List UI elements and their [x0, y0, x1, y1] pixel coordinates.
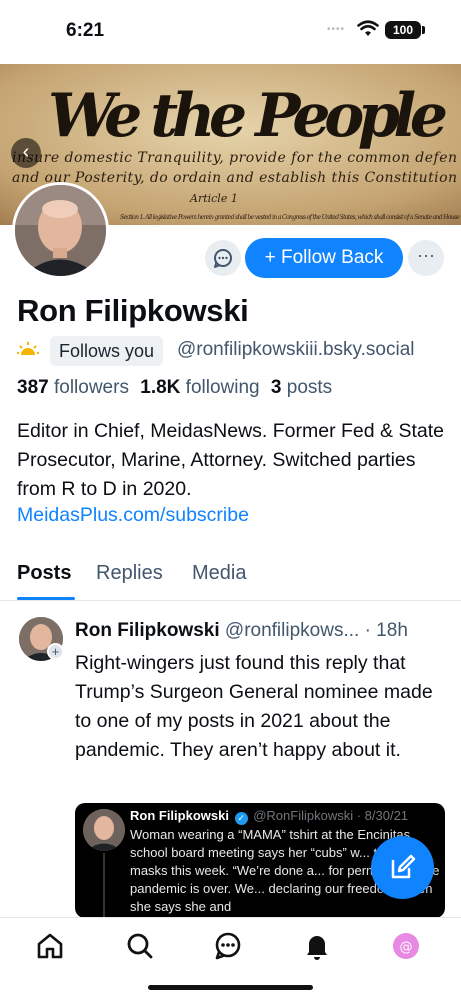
chat-bubble-icon — [214, 249, 232, 268]
home-icon[interactable] — [34, 930, 66, 962]
embed-avatar — [83, 809, 125, 851]
svg-text:@: @ — [400, 940, 413, 955]
followers-count: 387 — [17, 377, 49, 398]
banner-line2: and our Posterity, do ordain and establi… — [12, 170, 457, 186]
home-indicator — [148, 985, 313, 990]
profile-avatar[interactable] — [12, 182, 109, 279]
profile-handle: @ronfilipkowskiii.bsky.social — [177, 339, 415, 360]
tab-media[interactable]: Media — [192, 562, 246, 585]
status-time: 6:21 — [66, 20, 105, 41]
compose-button[interactable] — [371, 836, 434, 899]
embed-handle: @RonFilipkowski · 8/30/21 — [253, 808, 409, 823]
banner-line4: Section 1. All legislative Powers herein… — [120, 214, 460, 221]
message-button[interactable] — [205, 240, 241, 276]
search-icon[interactable] — [124, 930, 156, 962]
profile-bio: Editor in Chief, MeidasNews. Former Fed … — [17, 420, 444, 500]
profile-tabs: Posts Replies Media — [0, 555, 461, 601]
post-author-name[interactable]: Ron Filipkowski — [75, 620, 220, 641]
battery-tip — [422, 26, 425, 34]
follow-back-button[interactable]: + Follow Back — [245, 238, 403, 278]
chat-icon[interactable] — [212, 930, 244, 962]
verified-check-icon: ✓ — [234, 812, 248, 825]
profile-name: Ron Filipkowski — [17, 293, 249, 328]
post-header: Ron Filipkowski @ronfilipkows... · 18h — [75, 620, 445, 642]
post-time: · 18h — [364, 620, 408, 641]
posts-stat: 3 posts — [271, 377, 335, 398]
thread-line — [103, 853, 105, 918]
signal-dots: •••• — [327, 24, 346, 35]
post-author-handle: @ronfilipkows... — [224, 620, 360, 641]
posts-count: 3 — [270, 377, 282, 398]
followers-label: followers — [53, 377, 129, 398]
profile-link[interactable]: MeidasPlus.com/subscribe — [17, 504, 249, 527]
following-label: following — [185, 377, 260, 398]
status-bar: 6:21 •••• 100 — [0, 0, 461, 64]
bell-icon[interactable] — [301, 930, 333, 962]
banner-line3: Article 1 — [189, 192, 238, 205]
avatar-photo — [15, 185, 106, 276]
banner-line1: insure domestic Tranquility, provide for… — [12, 150, 457, 166]
embed-avatar-photo — [83, 809, 125, 851]
follows-you-badge: Follows you — [50, 336, 164, 366]
chevron-left-icon: ‹ — [22, 141, 30, 163]
following-stat[interactable]: 1.8K following — [140, 377, 262, 398]
embed-header: Ron Filipkowski ✓ @RonFilipkowski · 8/30… — [130, 808, 408, 825]
sun-icon — [17, 342, 39, 355]
banner-headline: We the People — [48, 81, 448, 151]
compose-icon — [391, 854, 416, 879]
followers-stat[interactable]: 387 followers — [17, 377, 132, 398]
back-button[interactable]: ‹ — [11, 138, 41, 168]
following-count: 1.8K — [140, 377, 181, 398]
post-text: Right-wingers just found this reply that… — [75, 652, 433, 761]
tab-replies[interactable]: Replies — [96, 562, 163, 585]
tab-posts[interactable]: Posts — [17, 562, 71, 585]
profile-avatar-nav[interactable]: @ — [390, 930, 422, 962]
more-options-button[interactable]: ··· — [408, 240, 444, 276]
posts-label: posts — [286, 377, 333, 398]
embed-author: Ron Filipkowski — [130, 808, 229, 823]
profile-stats: 387 followers 1.8K following 3 posts — [17, 377, 338, 399]
follow-plus-icon[interactable]: + — [47, 643, 64, 660]
active-tab-indicator — [17, 597, 75, 600]
battery-icon: 100 — [385, 21, 421, 39]
wifi-icon — [357, 20, 379, 36]
